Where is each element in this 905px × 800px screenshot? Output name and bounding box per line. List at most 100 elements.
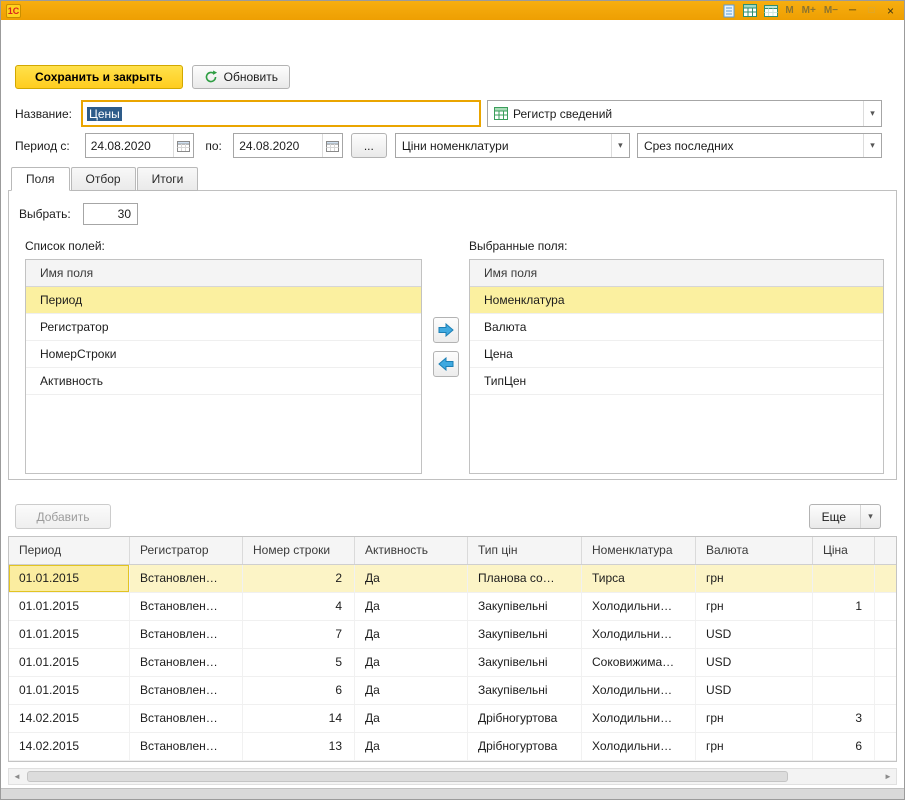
register-type-combo[interactable]: Регистр сведений xyxy=(487,100,882,127)
column-header[interactable]: Номенклатура xyxy=(582,537,696,564)
table-cell[interactable]: Холодильни… xyxy=(582,733,696,760)
table-cell[interactable]: Да xyxy=(355,733,468,760)
add-button[interactable]: Добавить xyxy=(15,504,111,529)
table-cell[interactable]: Да xyxy=(355,705,468,732)
table-cell[interactable]: 01.01.2015 xyxy=(9,621,130,648)
column-header[interactable]: Валюта xyxy=(696,537,813,564)
table-row[interactable]: 01.01.2015Встановлен…4ДаЗакупівельніХоло… xyxy=(9,593,896,621)
move-right-button[interactable] xyxy=(433,317,459,343)
table-cell[interactable]: Да xyxy=(355,621,468,648)
table-cell[interactable]: 4 xyxy=(243,593,355,620)
list-item[interactable]: Номенклатура xyxy=(470,287,883,314)
table-cell[interactable]: Холодильни… xyxy=(582,621,696,648)
calendar-picker-button[interactable] xyxy=(322,134,342,157)
table-cell[interactable]: Встановлен… xyxy=(130,649,243,676)
table-cell[interactable]: Закупівельні xyxy=(468,649,582,676)
table-cell[interactable]: 6 xyxy=(813,733,875,760)
table-cell[interactable]: грн xyxy=(696,733,813,760)
table-icon[interactable] xyxy=(741,3,758,18)
calendar-picker-button[interactable] xyxy=(173,134,193,157)
table-cell[interactable]: грн xyxy=(696,565,813,592)
name-input[interactable]: Цены xyxy=(81,100,481,127)
table-cell[interactable]: 14.02.2015 xyxy=(9,705,130,732)
table-cell[interactable]: 13 xyxy=(243,733,355,760)
table-row[interactable]: 01.01.2015Встановлен…2ДаПланова со…Тирса… xyxy=(9,565,896,593)
period-more-button[interactable]: ... xyxy=(351,133,387,158)
document-icon[interactable] xyxy=(720,3,737,18)
tab-filter[interactable]: Отбор xyxy=(71,167,136,191)
table-row[interactable]: 01.01.2015Встановлен…7ДаЗакупівельніХоло… xyxy=(9,621,896,649)
table-cell[interactable]: 1 xyxy=(813,593,875,620)
list-item[interactable]: Регистратор xyxy=(26,314,421,341)
select-count-input[interactable] xyxy=(83,203,138,225)
table-cell[interactable]: Встановлен… xyxy=(130,677,243,704)
move-left-button[interactable] xyxy=(433,351,459,377)
table-row[interactable]: 14.02.2015Встановлен…13ДаДрібногуртоваХо… xyxy=(9,733,896,761)
column-header[interactable]: Регистратор xyxy=(130,537,243,564)
column-header[interactable]: Активность xyxy=(355,537,468,564)
table-cell[interactable]: Холодильни… xyxy=(582,677,696,704)
column-header[interactable]: Тип цін xyxy=(468,537,582,564)
table-cell[interactable]: 01.01.2015 xyxy=(9,593,130,620)
minimize-button[interactable]: ─ xyxy=(844,5,861,16)
horizontal-scrollbar[interactable] xyxy=(8,768,897,785)
list-item[interactable]: Период xyxy=(26,287,421,314)
table-cell[interactable]: Закупівельні xyxy=(468,621,582,648)
table-cell[interactable]: 2 xyxy=(243,565,355,592)
list-item[interactable]: Цена xyxy=(470,341,883,368)
list-item[interactable]: НомерСтроки xyxy=(26,341,421,368)
table-cell[interactable]: Да xyxy=(355,649,468,676)
list-item[interactable]: ТипЦен xyxy=(470,368,883,395)
more-button[interactable]: Еще xyxy=(809,504,881,529)
table-cell[interactable]: Тирса xyxy=(582,565,696,592)
register-name-combo[interactable]: Ціни номенклатури xyxy=(395,133,630,158)
table-cell[interactable]: Закупівельні xyxy=(468,677,582,704)
table-cell[interactable]: Планова со… xyxy=(468,565,582,592)
maximize-button[interactable]: □ xyxy=(863,5,880,16)
slice-mode-combo[interactable]: Срез последних xyxy=(637,133,882,158)
table-cell[interactable]: 01.01.2015 xyxy=(9,565,130,592)
table-cell[interactable]: Встановлен… xyxy=(130,705,243,732)
save-close-button[interactable]: Сохранить и закрыть xyxy=(15,65,183,89)
table-cell[interactable]: грн xyxy=(696,593,813,620)
column-header[interactable]: Ціна xyxy=(813,537,875,564)
refresh-button[interactable]: Обновить xyxy=(192,65,290,89)
table-cell[interactable]: Да xyxy=(355,565,468,592)
table-cell[interactable]: Да xyxy=(355,677,468,704)
tab-fields[interactable]: Поля xyxy=(11,167,70,191)
table-cell[interactable]: 7 xyxy=(243,621,355,648)
table-row[interactable]: 01.01.2015Встановлен…6ДаЗакупівельніХоло… xyxy=(9,677,896,705)
table-cell[interactable] xyxy=(813,649,875,676)
scrollbar-track[interactable] xyxy=(25,769,880,784)
list-item[interactable]: Валюта xyxy=(470,314,883,341)
scrollbar-thumb[interactable] xyxy=(27,771,788,782)
list-item[interactable]: Активность xyxy=(26,368,421,395)
table-cell[interactable]: Холодильни… xyxy=(582,705,696,732)
table-cell[interactable]: Да xyxy=(355,593,468,620)
table-cell[interactable]: USD xyxy=(696,649,813,676)
more-dropdown-button[interactable] xyxy=(860,505,880,528)
period-from-input[interactable]: 24.08.2020 xyxy=(85,133,195,158)
table-cell[interactable]: Встановлен… xyxy=(130,733,243,760)
table-cell[interactable] xyxy=(813,621,875,648)
column-header[interactable]: Номер строки xyxy=(243,537,355,564)
available-fields-header[interactable]: Имя поля xyxy=(26,260,421,287)
table-cell[interactable]: USD xyxy=(696,677,813,704)
register-type-dropdown-button[interactable] xyxy=(863,101,881,126)
scale-normal-button[interactable]: M xyxy=(785,5,793,16)
table-cell[interactable] xyxy=(813,677,875,704)
table-cell[interactable]: Встановлен… xyxy=(130,565,243,592)
column-header[interactable]: Период xyxy=(9,537,130,564)
slice-mode-dropdown-button[interactable] xyxy=(863,134,881,157)
table-cell[interactable]: USD xyxy=(696,621,813,648)
table-cell[interactable]: Встановлен… xyxy=(130,593,243,620)
chosen-fields-header[interactable]: Имя поля xyxy=(470,260,883,287)
table-row[interactable]: 01.01.2015Встановлен…5ДаЗакупівельніСоко… xyxy=(9,649,896,677)
table-cell[interactable]: 14 xyxy=(243,705,355,732)
table-row[interactable]: 14.02.2015Встановлен…14ДаДрібногуртоваХо… xyxy=(9,705,896,733)
table-cell[interactable]: 6 xyxy=(243,677,355,704)
table-cell[interactable] xyxy=(813,565,875,592)
table-cell[interactable]: 14.02.2015 xyxy=(9,733,130,760)
period-to-input[interactable]: 24.08.2020 xyxy=(233,133,343,158)
table-cell[interactable]: Закупівельні xyxy=(468,593,582,620)
